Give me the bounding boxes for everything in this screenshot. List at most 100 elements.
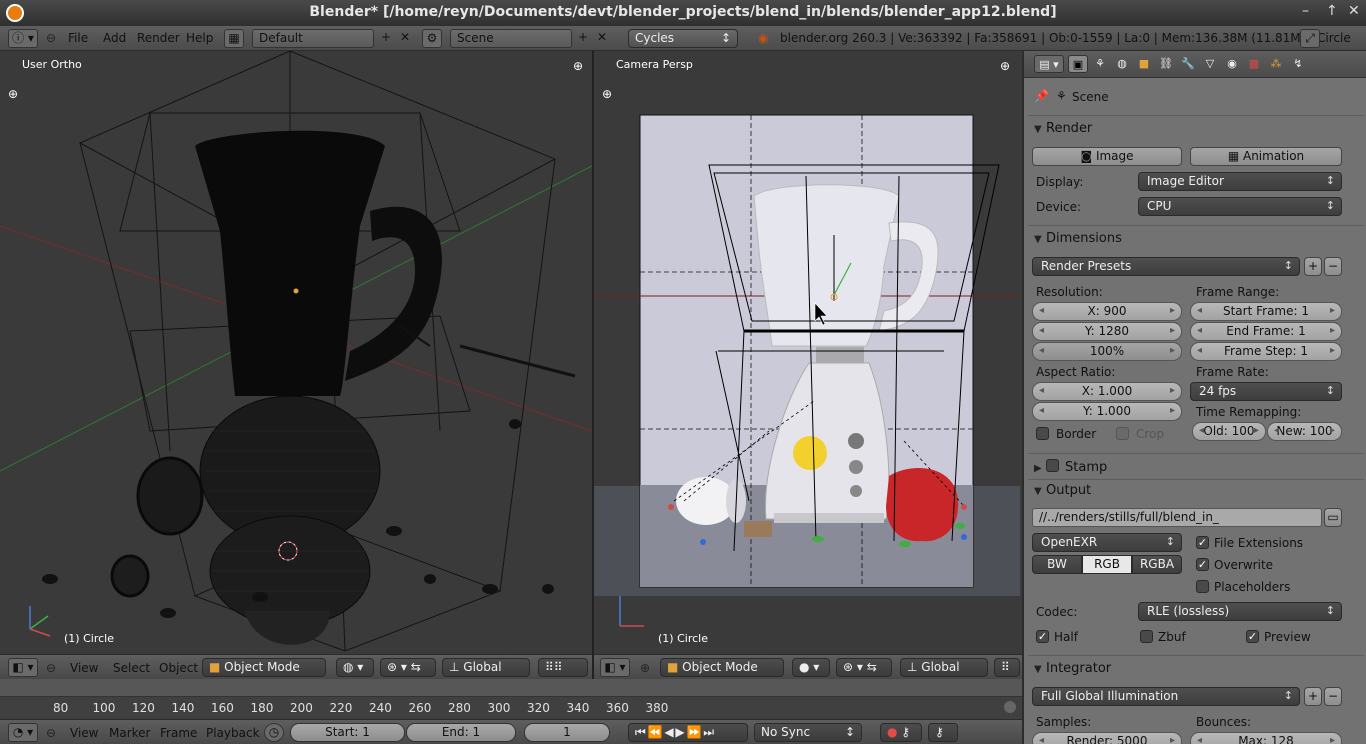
collapse-menu-icon[interactable]: ⊖	[46, 726, 56, 740]
viewport-user-ortho[interactable]: User Ortho ⊕ ⊕ (1) Circle	[0, 51, 592, 654]
fullscreen-icon[interactable]: ⤢	[1300, 29, 1320, 48]
render-presets-select[interactable]: Render Presets	[1032, 257, 1300, 276]
menu-file[interactable]: File	[68, 31, 88, 45]
viewport-shading-select[interactable]: ◍ ▾	[336, 658, 374, 677]
resolution-x-field[interactable]: X: 900	[1032, 302, 1182, 321]
render-image-button[interactable]: ◙ Image	[1032, 147, 1182, 166]
scene-field[interactable]: Scene	[450, 29, 572, 48]
viewport-shading-select[interactable]: ● ▾	[792, 658, 830, 677]
color-mode-bw[interactable]: BW	[1032, 555, 1082, 574]
max-bounces-field[interactable]: Max: 128	[1190, 732, 1342, 744]
collapse-menu-icon[interactable]: ⊖	[46, 661, 56, 675]
layers-grid[interactable]: ⠿⠿	[538, 658, 588, 677]
add-scene-icon[interactable]: +	[573, 29, 593, 48]
menu-object[interactable]: Object	[159, 661, 198, 675]
output-panel-header[interactable]: ▼ Output	[1034, 483, 1091, 498]
stamp-panel-header[interactable]: ▶ Stamp	[1034, 459, 1107, 475]
remap-old-field[interactable]: Old: 100	[1192, 422, 1266, 441]
resolution-y-field[interactable]: Y: 1280	[1032, 322, 1182, 341]
expand-menu-icon[interactable]: ⊕	[640, 661, 650, 675]
integrator-panel-header[interactable]: ▼ Integrator	[1034, 661, 1111, 676]
material-tab-icon[interactable]: ◉	[1222, 55, 1242, 73]
remove-layout-icon[interactable]: ✕	[395, 29, 415, 48]
menu-add[interactable]: Add	[103, 31, 126, 45]
timeline-scrub-bar[interactable]	[0, 679, 1022, 697]
folder-icon[interactable]: ▭	[1324, 508, 1342, 527]
physics-tab-icon[interactable]: ↯	[1288, 55, 1308, 73]
half-checkbox[interactable]: ✓	[1036, 630, 1049, 643]
menu-playback[interactable]: Playback	[206, 726, 260, 740]
start-frame-field[interactable]: Start Frame: 1	[1190, 302, 1342, 321]
remap-new-field[interactable]: New: 100	[1267, 422, 1342, 441]
minimize-button[interactable]: –	[1302, 3, 1309, 19]
placeholders-checkbox[interactable]	[1196, 580, 1209, 593]
border-checkbox[interactable]	[1036, 427, 1049, 440]
preview-range-icon[interactable]: ◷	[264, 723, 284, 742]
menu-render[interactable]: Render	[137, 31, 180, 45]
scene-icon[interactable]: ⚙	[422, 29, 442, 48]
color-mode-rgba[interactable]: RGBA	[1132, 555, 1182, 574]
render-engine-select[interactable]: Cycles ↕	[628, 29, 738, 48]
editor-type-3dview-icon[interactable]: ◧ ▾	[8, 658, 38, 677]
viewport-divider[interactable]	[592, 51, 594, 679]
crop-checkbox[interactable]	[1116, 427, 1129, 440]
aspect-y-field[interactable]: Y: 1.000	[1032, 402, 1182, 421]
zbuf-checkbox[interactable]	[1140, 630, 1153, 643]
expand-properties-icon[interactable]: ⊕	[8, 87, 18, 101]
editor-type-info-icon[interactable]: ⓘ ▾	[8, 29, 38, 48]
expand-toolshelf-icon[interactable]: ⊕	[1000, 59, 1010, 73]
menu-view[interactable]: View	[70, 726, 98, 740]
render-panel-header[interactable]: ▼ Render	[1034, 121, 1092, 136]
mode-select[interactable]: ■ Object Mode	[202, 658, 326, 677]
frame-step-field[interactable]: Frame Step: 1	[1190, 342, 1342, 361]
integrator-preset-select[interactable]: Full Global Illumination	[1032, 687, 1300, 706]
transform-orientation-select[interactable]: ⊥ Global	[900, 658, 988, 677]
keying-set-icon[interactable]: ⚷	[928, 723, 958, 742]
modifiers-tab-icon[interactable]: 🔧	[1178, 55, 1198, 73]
codec-select[interactable]: RLE (lossless)	[1138, 602, 1342, 621]
dimensions-panel-header[interactable]: ▼ Dimensions	[1034, 231, 1122, 246]
overwrite-checkbox[interactable]: ✓	[1196, 558, 1209, 571]
texture-tab-icon[interactable]: ▩	[1244, 55, 1264, 73]
editor-type-properties-icon[interactable]: ▤ ▾	[1034, 55, 1064, 73]
add-layout-icon[interactable]: +	[376, 29, 396, 48]
add-integrator-preset-icon[interactable]: +	[1304, 687, 1322, 706]
display-select[interactable]: Image Editor	[1138, 172, 1342, 191]
scene-tab-icon[interactable]: ⚘	[1090, 55, 1110, 73]
viewport-camera-persp[interactable]: Camera Persp ⊕ ⊕ (1) Circle	[594, 51, 1020, 654]
remove-scene-icon[interactable]: ✕	[592, 29, 612, 48]
world-tab-icon[interactable]: ◍	[1112, 55, 1132, 73]
aspect-x-field[interactable]: X: 1.000	[1032, 382, 1182, 401]
particles-tab-icon[interactable]: ⁂	[1266, 55, 1286, 73]
render-samples-field[interactable]: Render: 5000	[1032, 732, 1182, 744]
close-button[interactable]: ✕	[1348, 3, 1360, 19]
timeline-scroll-handle[interactable]	[1004, 701, 1016, 713]
record-keyframe-toggle[interactable]: ● ⚷	[880, 723, 922, 742]
mode-select[interactable]: ■ Object Mode	[660, 658, 784, 677]
file-format-select[interactable]: OpenEXR	[1032, 533, 1182, 552]
object-tab-icon[interactable]: ■	[1134, 55, 1154, 73]
device-select[interactable]: CPU	[1138, 197, 1342, 216]
frame-rate-select[interactable]: 24 fps	[1190, 382, 1342, 401]
resolution-percent-field[interactable]: 100%	[1032, 342, 1182, 361]
transform-orientation-select[interactable]: ⊥ Global	[442, 658, 530, 677]
menu-view[interactable]: View	[70, 661, 98, 675]
collapse-menu-icon[interactable]: ⊖	[46, 31, 56, 45]
expand-properties-icon[interactable]: ⊕	[602, 87, 612, 101]
timeline-area[interactable]: 80 100 120 140 160 180 200 220 240 260 280 300 320 34…	[0, 679, 1022, 719]
output-path-field[interactable]: //../renders/stills/full/blend_in_	[1032, 508, 1322, 527]
pin-icon[interactable]: 📌	[1034, 89, 1049, 103]
menu-select[interactable]: Select	[113, 661, 150, 675]
sync-mode-select[interactable]: No Sync ↕	[754, 723, 862, 742]
remove-preset-icon[interactable]: −	[1324, 257, 1342, 276]
screen-layout-icon[interactable]: ▦	[224, 29, 244, 48]
editor-type-timeline-icon[interactable]: ◔ ▾	[8, 723, 38, 742]
render-animation-button[interactable]: ▦ Animation	[1190, 147, 1342, 166]
pivot-select[interactable]: ⊛ ▾ ⇆	[836, 658, 892, 677]
menu-help[interactable]: Help	[186, 31, 213, 45]
pivot-select[interactable]: ⊛ ▾ ⇆	[380, 658, 436, 677]
end-frame-field[interactable]: End Frame: 1	[1190, 322, 1342, 341]
start-frame-field[interactable]: Start: 1	[290, 723, 405, 742]
expand-toolshelf-icon[interactable]: ⊕	[573, 59, 583, 73]
current-frame-field[interactable]: 1	[524, 723, 610, 742]
